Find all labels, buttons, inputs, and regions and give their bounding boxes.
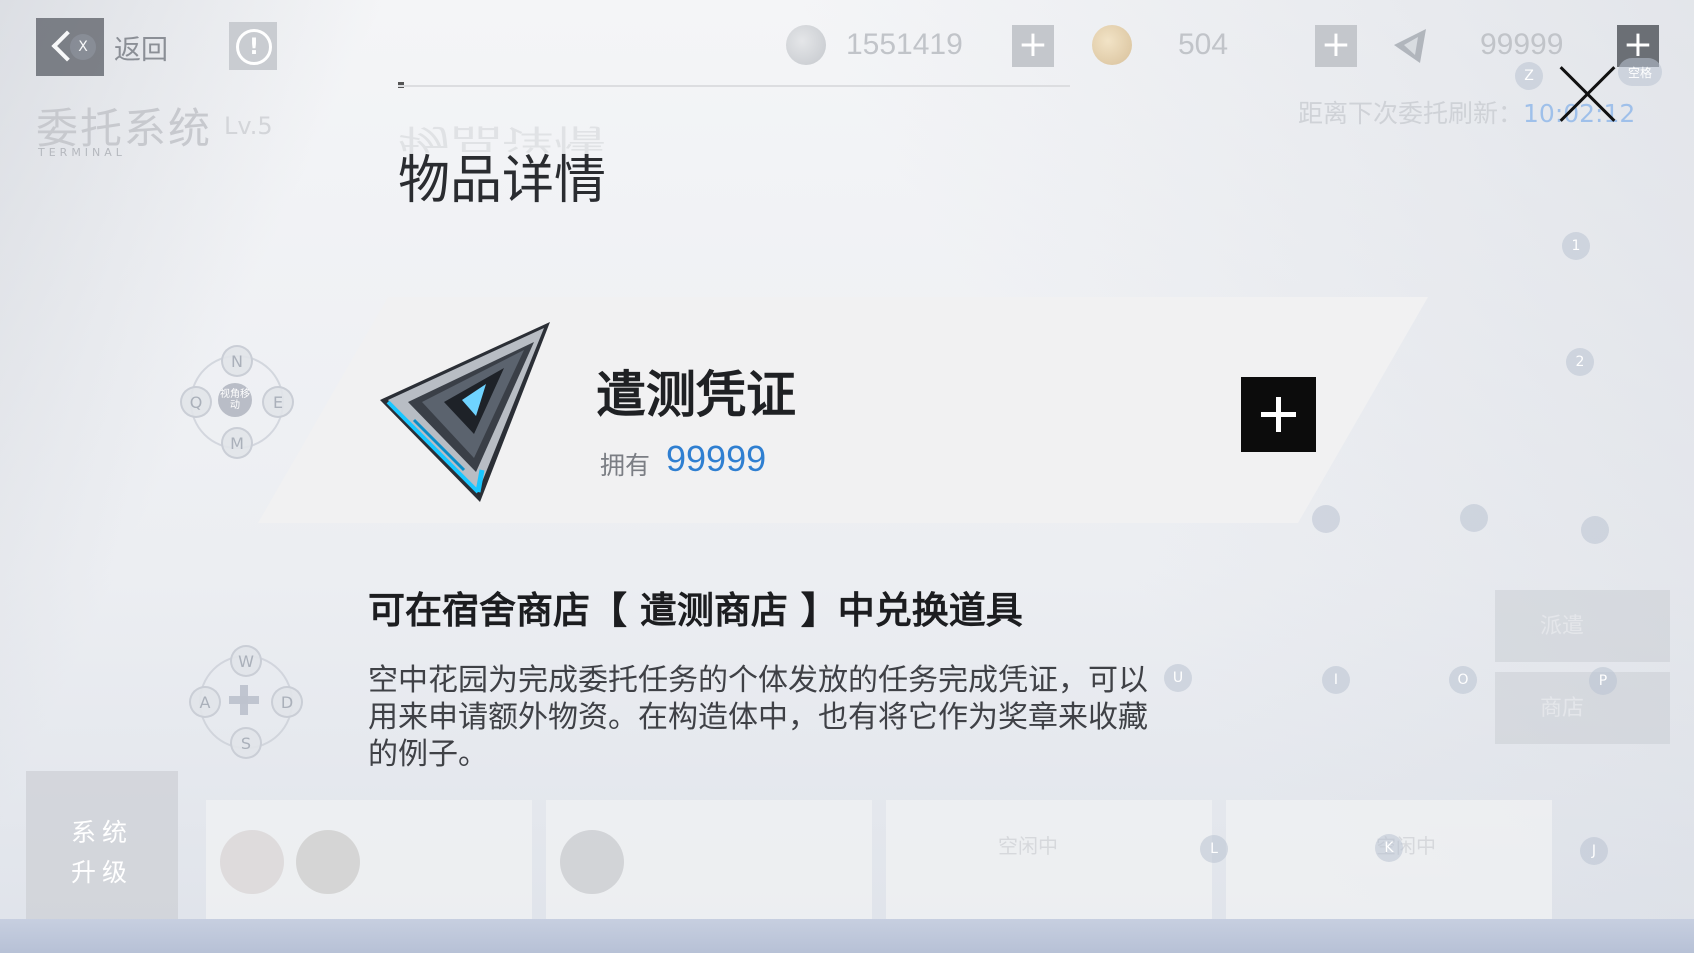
currency-add-button[interactable]: + — [1012, 25, 1054, 67]
key-hint-dot — [1460, 504, 1488, 532]
item-description: 空中花园为完成委托任务的个体发放的任务完成凭证，可以用来申请额外物资。在构造体中… — [368, 663, 1148, 772]
refresh-label: 距离下次委托刷新： — [1298, 99, 1524, 128]
upgrade-label-line1: 系统 — [70, 818, 133, 847]
shield-coin-icon — [786, 25, 826, 65]
back-label[interactable]: 返回 — [114, 28, 168, 67]
key-hint-space: 空格 — [1618, 58, 1662, 86]
system-upgrade-button[interactable]: 系统 升级 — [26, 771, 178, 921]
tab-label: 派遣 — [1540, 614, 1585, 639]
bottom-band — [0, 919, 1694, 953]
card-status: 空闲中 — [998, 834, 1058, 858]
own-count: 99999 — [666, 438, 767, 479]
triangle-token-icon — [1394, 29, 1426, 63]
item-name: 遣测凭证 — [596, 366, 796, 424]
camera-pad[interactable]: N Q E M 视角移动 — [180, 345, 294, 459]
key-hint-p: P — [1589, 667, 1617, 695]
key-hint-k: K — [1375, 834, 1403, 862]
add-button[interactable] — [1241, 377, 1316, 452]
key-hint-q: Q — [180, 386, 212, 418]
own-label: 拥有 — [600, 451, 651, 480]
dpad-cross-icon — [229, 685, 259, 715]
currency-add-button[interactable]: + — [1315, 25, 1357, 67]
dispatch-card[interactable] — [546, 800, 872, 920]
triangle-token-icon — [380, 322, 550, 502]
modal-title: 物品详情 — [398, 151, 607, 211]
currency-value: 99999 — [1480, 28, 1564, 61]
key-hint-d: D — [271, 686, 303, 718]
movement-pad[interactable]: W A D S — [189, 645, 303, 759]
tab-dispatch[interactable]: 派遣 — [1495, 590, 1670, 662]
back-button[interactable]: X — [36, 18, 104, 76]
source-info: 可在宿舍商店【 遣测商店 】中兑换道具 — [368, 589, 1023, 632]
key-hint-w: W — [230, 645, 262, 677]
key-hint-2: 2 — [1566, 348, 1594, 376]
key-hint-1: 1 — [1562, 232, 1590, 260]
page-level: Lv.5 — [224, 112, 273, 140]
dispatch-card[interactable]: 空闲中 — [886, 800, 1212, 920]
key-hint-a: A — [189, 686, 221, 718]
modal-divider — [398, 85, 1070, 87]
currency-gold: 504 — [1092, 20, 1228, 70]
currency-value: 1551419 — [846, 28, 963, 61]
avatar — [296, 830, 360, 894]
tab-shop[interactable]: 商店 — [1495, 672, 1670, 744]
upgrade-label-line2: 升级 — [70, 858, 133, 887]
tab-label: 商店 — [1540, 696, 1585, 721]
right-tabs: 派遣 商店 — [1495, 590, 1670, 745]
avatar — [220, 830, 284, 894]
key-hint-x: X — [70, 34, 96, 60]
key-hint-dot — [1312, 505, 1340, 533]
key-hint-dot — [1581, 516, 1609, 544]
gold-coin-icon — [1092, 25, 1132, 65]
info-icon: ! — [236, 29, 272, 65]
page-subtitle: TERMINAL — [38, 146, 126, 159]
key-hint-m: M — [221, 427, 253, 459]
dispatch-cards: 空闲中 空闲中 — [206, 800, 1646, 920]
key-hint-n: N — [221, 345, 253, 377]
key-hint-s: S — [230, 727, 262, 759]
key-hint-i: I — [1322, 666, 1350, 694]
currency-value: 504 — [1178, 28, 1229, 61]
close-icon[interactable] — [1556, 62, 1620, 126]
dispatch-card[interactable] — [206, 800, 532, 920]
key-hint-u: U — [1164, 664, 1192, 692]
camera-move-label: 视角移动 — [218, 383, 252, 417]
key-hint-e: E — [262, 386, 294, 418]
key-hint-z: Z — [1515, 62, 1543, 90]
key-hint-j: J — [1580, 837, 1608, 865]
key-hint-l: L — [1200, 835, 1228, 863]
key-hint-o: O — [1449, 666, 1477, 694]
currency-token: 99999 — [1390, 20, 1563, 70]
top-bar: X 返回 ! 1551419 + 504 + 99999 + — [0, 0, 1694, 95]
info-button[interactable]: ! — [229, 22, 277, 70]
avatar — [560, 830, 624, 894]
currency-shield: 1551419 — [786, 20, 963, 70]
